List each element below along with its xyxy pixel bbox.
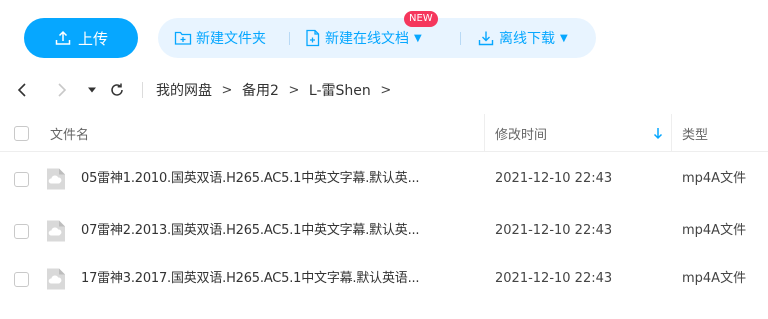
column-resize-handle[interactable] [484, 114, 485, 152]
video-file-icon [47, 268, 65, 290]
table-row[interactable]: 17雷神3.2017.国英双语.H265.AC5.1中文字幕.默认英语... 2… [0, 253, 768, 305]
offline-download-button[interactable]: 离线下载 ▼ [477, 18, 568, 58]
file-name[interactable]: 05雷神1.2010.国英双语.H265.AC5.1中英文字幕.默认英... [81, 153, 466, 205]
breadcrumb-item-root[interactable]: 我的网盘 [156, 80, 212, 100]
breadcrumb: 我的网盘 > 备用2 > L-雷Shen > [156, 74, 401, 106]
new-folder-button[interactable]: 新建文件夹 [174, 18, 266, 58]
new-folder-label: 新建文件夹 [196, 31, 266, 47]
chevron-down-icon: ▼ [414, 32, 422, 44]
breadcrumb-item-backup[interactable]: 备用2 [242, 80, 279, 100]
forward-button[interactable] [51, 78, 73, 102]
toolbar-divider [289, 32, 290, 45]
doc-plus-icon [305, 29, 321, 47]
chevron-down-icon: ▼ [560, 32, 568, 44]
file-modified-time: 2021-12-10 22:43 [495, 223, 613, 238]
column-header-time[interactable]: 修改时间 [495, 114, 547, 152]
file-type: mp4A文件 [682, 271, 747, 286]
breadcrumb-separator: > [288, 82, 300, 98]
table-row[interactable]: 07雷神2.2013.国英双语.H265.AC5.1中英文字幕.默认英... 2… [0, 205, 768, 257]
select-all-checkbox[interactable] [14, 126, 29, 141]
toolbar: 上传 新建文件夹 新建在线文档 ▼ NEW 离线下载 ▼ [0, 0, 768, 64]
new-online-doc-label: 新建在线文档 [325, 31, 409, 47]
column-header-type[interactable]: 类型 [682, 114, 708, 152]
offline-download-label: 离线下载 [499, 31, 555, 47]
row-checkbox[interactable] [14, 272, 29, 287]
file-name[interactable]: 07雷神2.2013.国英双语.H265.AC5.1中英文字幕.默认英... [81, 205, 466, 257]
toolbar-divider [460, 32, 461, 45]
upload-icon [54, 29, 72, 47]
table-row[interactable]: 05雷神1.2010.国英双语.H265.AC5.1中英文字幕.默认英... 2… [0, 153, 768, 205]
back-button[interactable] [11, 78, 33, 102]
upload-label: 上传 [77, 29, 108, 48]
column-resize-handle[interactable] [671, 114, 672, 152]
file-modified-time: 2021-12-10 22:43 [495, 271, 613, 286]
column-header-name[interactable]: 文件名 [50, 114, 89, 152]
breadcrumb-item-current[interactable]: L-雷Shen [309, 80, 371, 100]
history-dropdown[interactable] [81, 78, 103, 102]
table-header: 文件名 修改时间 类型 [0, 114, 768, 152]
sort-desc-icon[interactable] [652, 125, 664, 141]
breadcrumb-separator: > [221, 82, 233, 98]
caret-down-icon [88, 87, 96, 93]
file-modified-time: 2021-12-10 22:43 [495, 171, 613, 186]
chevron-right-icon [58, 83, 67, 97]
chevron-left-icon [17, 83, 26, 97]
upload-button[interactable]: 上传 [24, 18, 138, 58]
video-file-icon [47, 220, 65, 242]
download-icon [477, 29, 495, 47]
refresh-icon [111, 83, 123, 96]
folder-plus-icon [174, 30, 192, 46]
action-bar: 新建文件夹 新建在线文档 ▼ NEW 离线下载 ▼ [158, 11, 596, 58]
breadcrumb-bar: 我的网盘 > 备用2 > L-雷Shen > [0, 74, 768, 106]
new-online-doc-button[interactable]: 新建在线文档 ▼ [305, 18, 422, 58]
row-checkbox[interactable] [14, 224, 29, 239]
new-badge: NEW [404, 11, 438, 27]
row-checkbox[interactable] [14, 172, 29, 187]
breadcrumb-divider [142, 82, 143, 98]
breadcrumb-separator: > [380, 82, 392, 98]
file-name[interactable]: 17雷神3.2017.国英双语.H265.AC5.1中文字幕.默认英语... [81, 253, 466, 305]
file-type: mp4A文件 [682, 223, 747, 238]
video-file-icon [47, 168, 65, 190]
refresh-button[interactable] [106, 78, 128, 102]
file-type: mp4A文件 [682, 171, 747, 186]
file-manager-page: 上传 新建文件夹 新建在线文档 ▼ NEW 离线下载 ▼ 我的网盘 > 备用2 … [0, 0, 768, 319]
